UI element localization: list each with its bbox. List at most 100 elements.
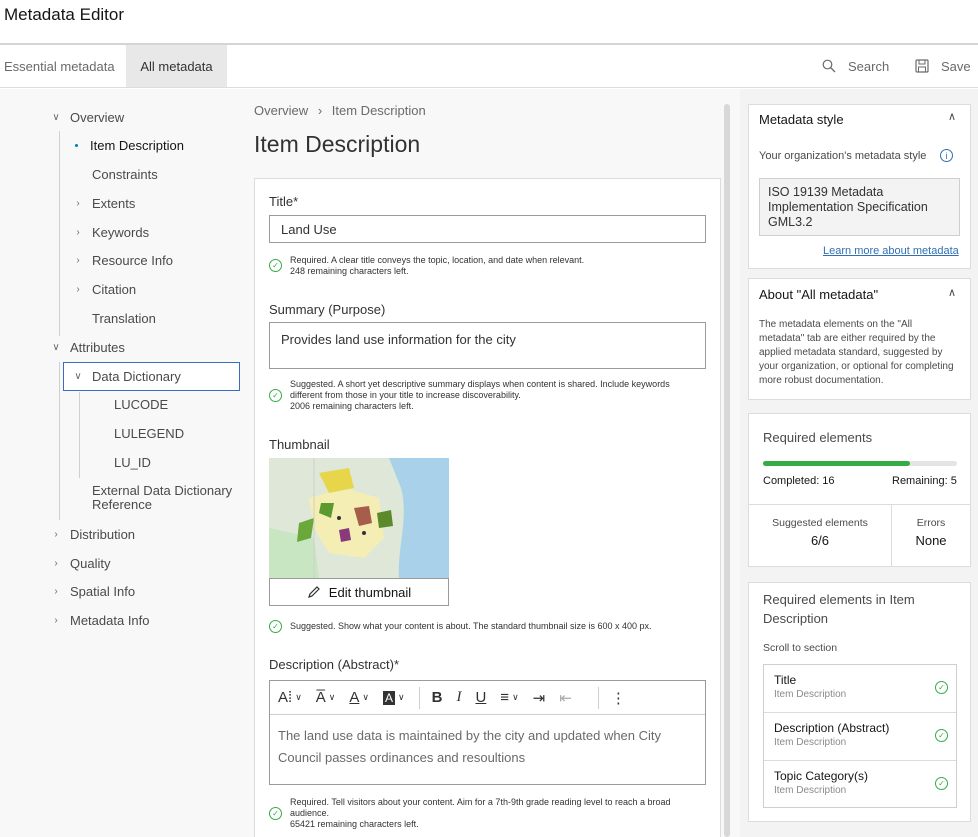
required-item-title[interactable]: Title Item Description ✓	[764, 665, 956, 713]
tree-item-extents[interactable]: › Extents	[72, 196, 135, 211]
description-hint-text-1: Required. Tell visitors about your conte…	[290, 797, 671, 807]
suggested-elements-label: Suggested elements	[772, 517, 868, 529]
thumbnail-hint-text: Suggested. Show what your content is abo…	[290, 621, 652, 631]
description-remaining: 65421 remaining characters left.	[290, 819, 419, 829]
more-options-button[interactable]: ⋮	[611, 689, 626, 707]
chevron-down-icon: ∨	[398, 692, 405, 702]
save-button[interactable]: Save	[915, 45, 971, 87]
required-elements-list: Title Item Description ✓ Description (Ab…	[763, 664, 957, 808]
tree-item-lu-id[interactable]: LU_ID	[114, 455, 151, 470]
learn-more-link[interactable]: Learn more about metadata	[823, 245, 959, 257]
tree-item-translation[interactable]: Translation	[92, 311, 156, 326]
summary-input[interactable]: Provides land use information for the ci…	[269, 322, 706, 369]
tree-label: Reference	[92, 497, 152, 512]
tree-item-distribution[interactable]: › Distribution	[50, 527, 135, 542]
tree-label: Item Description	[90, 138, 184, 153]
tree-item-constraints[interactable]: Constraints	[92, 167, 158, 182]
toolbar-divider	[597, 686, 599, 709]
tree-item-lucode[interactable]: LUCODE	[114, 397, 168, 412]
description-editor[interactable]: A⁞ ∨ A̅ ∨ A ∨ A ∨ B I U ≡ ∨ ⇥ ⇤ ⋮ The land us…	[269, 680, 706, 785]
tree-label: LULEGEND	[114, 426, 185, 441]
breadcrumb-overview[interactable]: Overview	[254, 103, 308, 118]
align-dropdown[interactable]: ≡ ∨	[500, 689, 518, 706]
italic-button[interactable]: I	[456, 689, 461, 706]
tree-label: Citation	[92, 282, 137, 297]
title-input[interactable]: Land Use	[269, 215, 706, 243]
tree-label: Resource Info	[92, 253, 173, 268]
required-item-section: Item Description	[774, 785, 847, 796]
search-button[interactable]: Search	[822, 45, 889, 87]
metadata-style-title: Metadata style	[759, 112, 844, 127]
tree-item-keywords[interactable]: › Keywords	[72, 225, 149, 240]
description-label: Description (Abstract)*	[269, 657, 400, 672]
underline-button[interactable]: U	[475, 689, 486, 706]
align-icon: ≡	[500, 689, 510, 706]
check-circle-icon: ✓	[269, 620, 282, 633]
tree-item-external-data-dictionary-reference[interactable]: External Data Dictionary Reference	[92, 484, 232, 512]
search-icon	[822, 59, 836, 73]
check-circle-icon: ✓	[269, 389, 282, 402]
heading-dropdown[interactable]: A̅ ∨	[316, 689, 336, 706]
chevron-right-icon: ›	[54, 558, 58, 569]
completed-count: Completed: 16	[763, 475, 835, 487]
info-icon[interactable]: i	[940, 149, 953, 162]
required-item-description[interactable]: Description (Abstract) Item Description …	[764, 713, 956, 761]
org-style-label: Your organization's metadata style	[759, 150, 927, 162]
tree-label: Data Dictionary	[92, 369, 181, 384]
indent-icon: ⇥	[532, 689, 546, 707]
indent-button[interactable]: ⇥	[533, 689, 546, 707]
highlight-dropdown[interactable]: A ∨	[383, 690, 405, 705]
tree-label: Metadata Info	[70, 613, 150, 628]
chevron-up-icon[interactable]: ∧	[948, 286, 956, 299]
scroll-to-section-label: Scroll to section	[763, 642, 838, 654]
metadata-style-value: ISO 19139 Metadata Implementation Specif…	[759, 178, 960, 236]
tree-label: Extents	[92, 196, 136, 211]
breadcrumb: Overview › Item Description	[254, 103, 426, 118]
chevron-up-icon[interactable]: ∧	[948, 110, 956, 123]
required-elements-title: Required elements	[763, 430, 873, 445]
chevron-down-icon: ∨	[328, 692, 336, 702]
chevron-down-icon: ∨	[74, 371, 82, 382]
summary-hint-text-2: different from those in your title to in…	[290, 390, 521, 400]
tree-guide-line	[59, 131, 60, 336]
summary-remaining: 2006 remaining characters left.	[290, 401, 414, 411]
font-size-dropdown[interactable]: A⁞ ∨	[278, 689, 302, 706]
tree-guide-line	[59, 362, 60, 520]
more-vertical-icon: ⋮	[610, 689, 626, 707]
tree-item-citation[interactable]: › Citation	[72, 282, 136, 297]
selected-dot-icon	[75, 144, 78, 147]
title-remaining: 248 remaining characters left.	[290, 266, 409, 276]
breadcrumb-current: Item Description	[331, 103, 426, 118]
chevron-down-icon: ∨	[52, 112, 60, 123]
tab-all-metadata[interactable]: All metadata	[126, 45, 227, 87]
chevron-right-icon: ›	[76, 255, 80, 266]
required-item-section: Item Description	[774, 737, 847, 748]
required-item-topic-category[interactable]: Topic Category(s) Item Description ✓	[764, 761, 956, 809]
heading-icon: A̅	[315, 689, 326, 706]
edit-thumbnail-label: Edit thumbnail	[328, 584, 412, 600]
tree-item-item-description[interactable]: Item Description	[75, 138, 184, 153]
tree-item-spatial-info[interactable]: › Spatial Info	[50, 584, 135, 599]
highlight-icon: A	[383, 690, 396, 705]
chevron-right-icon: ›	[76, 227, 80, 238]
tab-bar: Essential metadata All metadata Search S…	[0, 45, 978, 88]
tree-item-overview[interactable]: ∨ Overview	[50, 110, 124, 125]
scrollbar[interactable]	[724, 104, 730, 837]
tree-item-quality[interactable]: › Quality	[50, 556, 110, 571]
bold-button[interactable]: B	[432, 689, 443, 706]
tree-item-attributes[interactable]: ∨ Attributes	[50, 340, 125, 355]
tab-essential-metadata[interactable]: Essential metadata	[0, 45, 119, 87]
font-color-dropdown[interactable]: A ∨	[349, 689, 369, 706]
summary-hint: ✓ Suggested. A short yet descriptive sum…	[269, 379, 709, 412]
tree-item-resource-info[interactable]: › Resource Info	[72, 253, 173, 268]
tree-item-metadata-info[interactable]: › Metadata Info	[50, 613, 150, 628]
outdent-button[interactable]: ⇤	[559, 689, 572, 707]
pencil-icon	[307, 586, 320, 598]
italic-icon: I	[456, 689, 462, 705]
tree-item-lulegend[interactable]: LULEGEND	[114, 426, 184, 441]
required-progress-fill	[763, 461, 911, 466]
land-use-map-image	[269, 458, 449, 578]
tree-item-data-dictionary[interactable]: ∨ Data Dictionary	[72, 369, 181, 384]
check-circle-icon: ✓	[935, 681, 948, 694]
edit-thumbnail-button[interactable]: Edit thumbnail	[269, 578, 449, 606]
